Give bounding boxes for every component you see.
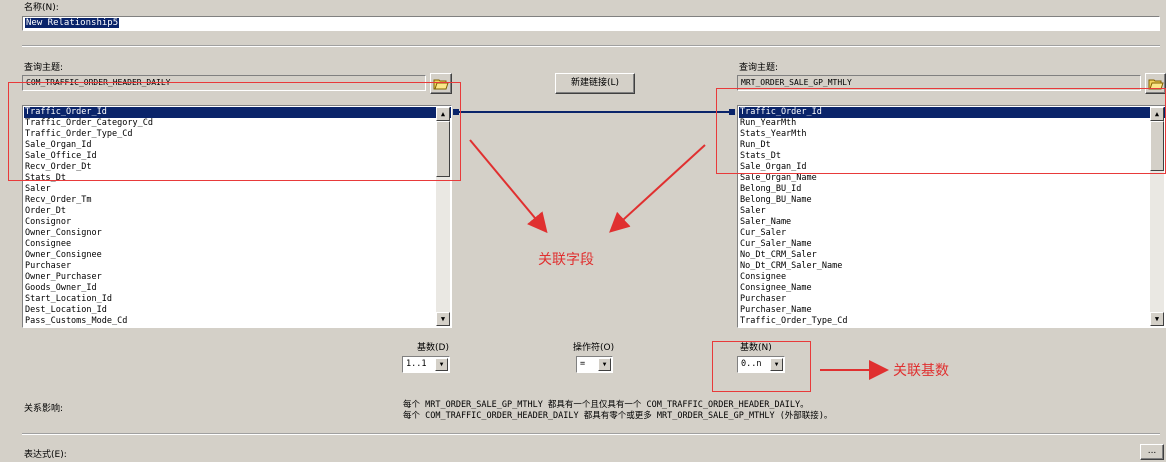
- cardinality-left-value: 1..1: [406, 359, 427, 369]
- annotation-box-cardinality: [712, 341, 811, 392]
- left-field-item[interactable]: Pass_Customs_Mode_Cd: [24, 316, 451, 327]
- right-field-item[interactable]: Purchaser_Name: [739, 305, 1165, 316]
- annotation-box-left-fields: [8, 82, 461, 181]
- left-subject-label: 查询主题:: [24, 63, 64, 73]
- right-field-item[interactable]: Sale_Organ_Name: [739, 173, 1165, 184]
- right-field-item[interactable]: Consignee: [739, 272, 1165, 283]
- scroll-down-button[interactable]: ▼: [1150, 312, 1164, 326]
- annotation-link-fields: 关联字段: [538, 252, 594, 268]
- operator-label: 操作符(O): [573, 343, 615, 353]
- relationship-impact-label: 关系影响:: [24, 404, 64, 414]
- expression-label: 表达式(E):: [24, 450, 67, 460]
- right-field-item[interactable]: No_Dt_CRM_Saler: [739, 250, 1165, 261]
- left-field-item[interactable]: Recv_Order_Tm: [24, 195, 451, 206]
- relationship-impact-line2: 每个 COM_TRAFFIC_ORDER_HEADER_DAILY 都具有零个或…: [403, 411, 833, 421]
- relationship-impact-line1: 每个 MRT_ORDER_SALE_GP_MTHLY 都具有一个且仅具有一个 C…: [403, 400, 809, 410]
- right-field-item[interactable]: Cur_Saler_Name: [739, 239, 1165, 250]
- arrow-left: [469, 139, 548, 234]
- right-field-item[interactable]: Belong_BU_Id: [739, 184, 1165, 195]
- cardinality-left-label: 基数(D): [417, 343, 449, 353]
- right-field-item[interactable]: Saler_Name: [739, 217, 1165, 228]
- left-field-item[interactable]: Dest_Location_Id: [24, 305, 451, 316]
- new-link-button[interactable]: 新建链接(L): [555, 73, 635, 94]
- left-field-item[interactable]: Saler: [24, 184, 451, 195]
- annotation-link-cardinality: 关联基数: [893, 363, 949, 379]
- scroll-down-button[interactable]: ▼: [436, 312, 450, 326]
- left-field-item[interactable]: Goods_Owner_Id: [24, 283, 451, 294]
- operator-value: =: [580, 359, 586, 369]
- right-field-item[interactable]: Cur_Saler: [739, 228, 1165, 239]
- left-field-item[interactable]: Consignor: [24, 217, 451, 228]
- expression-edit-button[interactable]: ...: [1140, 444, 1164, 460]
- left-field-item[interactable]: Start_Location_Id: [24, 294, 451, 305]
- left-field-item[interactable]: Owner_Purchaser: [24, 272, 451, 283]
- left-field-item[interactable]: Purchaser: [24, 261, 451, 272]
- operator-select[interactable]: = ▼: [576, 356, 613, 373]
- name-input[interactable]: New Relationship5: [22, 16, 1160, 31]
- left-field-item[interactable]: Consignee: [24, 239, 451, 250]
- right-field-item[interactable]: Belong_BU_Name: [739, 195, 1165, 206]
- left-field-item[interactable]: Owner_Consignee: [24, 250, 451, 261]
- right-field-item[interactable]: Purchaser: [739, 294, 1165, 305]
- left-field-item[interactable]: Order_Dt: [24, 206, 451, 217]
- name-field-label: 名称(N):: [24, 3, 59, 13]
- right-field-item[interactable]: Saler: [739, 206, 1165, 217]
- right-subject-label: 查询主题:: [739, 63, 779, 73]
- cardinality-left-select[interactable]: 1..1 ▼: [402, 356, 450, 373]
- dropdown-arrow-icon[interactable]: ▼: [598, 358, 611, 371]
- right-subject-value: MRT_ORDER_SALE_GP_MTHLY: [741, 78, 852, 87]
- right-field-item[interactable]: Consignee_Name: [739, 283, 1165, 294]
- separator-bottom-highlight: [22, 434, 1160, 435]
- dropdown-arrow-icon[interactable]: ▼: [435, 358, 448, 371]
- right-field-item[interactable]: No_Dt_CRM_Saler_Name: [739, 261, 1165, 272]
- left-field-item[interactable]: Owner_Consignor: [24, 228, 451, 239]
- right-field-item[interactable]: Traffic_Order_Type_Cd: [739, 316, 1165, 327]
- name-input-value: New Relationship5: [25, 18, 120, 28]
- separator-top-highlight: [22, 46, 1160, 47]
- annotation-box-right-fields: [716, 88, 1166, 174]
- link-line[interactable]: [459, 111, 729, 113]
- arrow-right: [609, 144, 706, 233]
